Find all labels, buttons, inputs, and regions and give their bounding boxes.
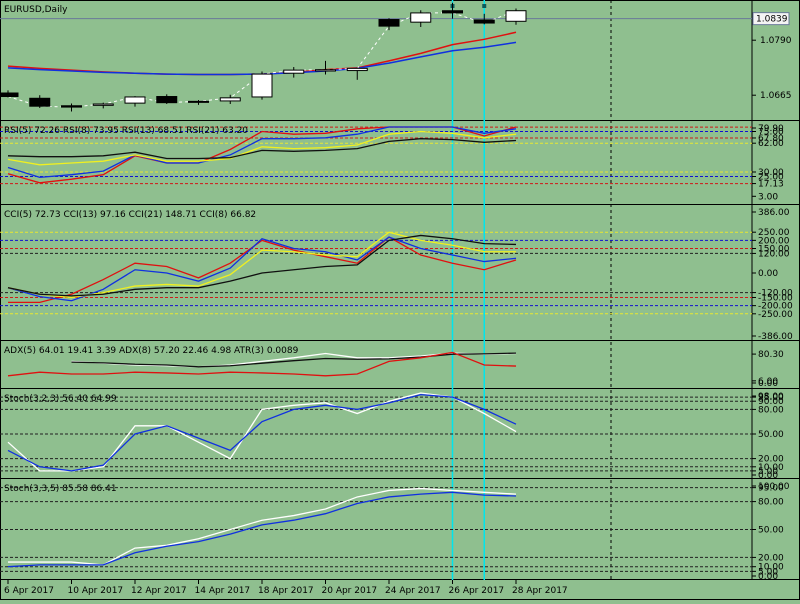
indicator-tick-label: 50.00 [758,526,784,536]
chart-svg[interactable]: 1.08391.07901.0665EURUSD,Daily79.9075.00… [0,0,800,600]
indicator-tick-label: 50.00 [758,430,784,440]
candle-body [156,96,178,104]
indicator-series-white [7,392,517,472]
indicator-tick-label: 80.00 [758,498,784,508]
candle-body [219,97,241,102]
candle-body [283,69,305,74]
indicator-tick-label: -250.00 [758,310,793,320]
cursor-marker [482,4,487,8]
chart-title: EURUSD,Daily [4,5,68,15]
indicator-tick-label: 0.00 [758,269,778,279]
candle-body [188,100,209,103]
indicator-tick-label: 17.13 [758,180,784,190]
candle-body [61,105,82,108]
indicator-tick-label: -386.00 [758,332,793,342]
x-tick-label: 24 Apr 2017 [385,586,441,596]
indicator-series-blue [7,236,517,302]
candle-body [378,19,400,27]
indicator-tick-label: 80.30 [758,350,784,360]
indicator-series-blue [7,393,517,472]
indicator-series-black [7,234,517,297]
price-tick-label: 1.0790 [760,36,792,46]
indicator-series-yellow [7,130,517,166]
x-tick-label: 14 Apr 2017 [195,586,251,596]
candle-body [29,97,51,107]
indicator-tick-label: 95.00 [758,484,784,494]
indicator-tick-label: 0.00 [758,572,778,582]
candle-body [92,103,114,106]
indicator-tick-label: 80.00 [758,405,784,415]
price-tick-label: 1.0665 [760,91,792,101]
candle-body [410,12,432,23]
indicator-tick-label: 120.00 [758,249,790,259]
indicator-tick-label: 386.00 [758,208,790,218]
x-tick-label: 28 Apr 2017 [512,586,568,596]
x-tick-label: 10 Apr 2017 [68,586,124,596]
candle-body [505,10,527,22]
chart-frame [0,0,800,600]
indicator-series-white [8,487,517,566]
indicator-title: Stoch(3,3,5) 85.58 86.41 [4,484,117,494]
indicator-tick-label: 62.00 [758,139,784,149]
candle-body [251,73,273,98]
x-tick-label: 20 Apr 2017 [322,586,378,596]
candle-body [0,92,19,98]
indicator-title: CCI(5) 72.73 CCI(13) 97.16 CCI(21) 148.7… [4,210,256,220]
indicator-title: Stoch(3,2,3) 56.40 64.99 [4,394,117,404]
ma-line-blue [7,41,517,76]
current-price-label: 1.0839 [756,15,788,25]
candle-body [346,67,368,72]
indicator-tick-label: 3.00 [758,192,778,202]
x-tick-label: 6 Apr 2017 [4,586,54,596]
x-tick-label: 18 Apr 2017 [258,586,314,596]
candle-body [442,10,463,14]
candle-body [473,19,495,24]
candle-body [124,96,146,104]
x-tick-label: 26 Apr 2017 [449,586,505,596]
indicator-tick-label: 0.00 [758,471,778,481]
indicator-title: RSI(5) 72.26 RSI(8) 73.95 RSI(13) 68.51 … [4,126,248,136]
candle-body [315,69,336,72]
x-tick-label: 12 Apr 2017 [131,586,187,596]
chart-window[interactable]: 1.0839 1.0790 1.0665 EURUSD,Daily 79.90 75.00… [0,0,800,600]
indicator-series-black [7,138,517,160]
indicator-title: ADX(5) 64.01 19.41 3.39 ADX(8) 57.20 22.… [4,346,299,356]
indicator-tick-label: 0.00 [758,379,778,389]
